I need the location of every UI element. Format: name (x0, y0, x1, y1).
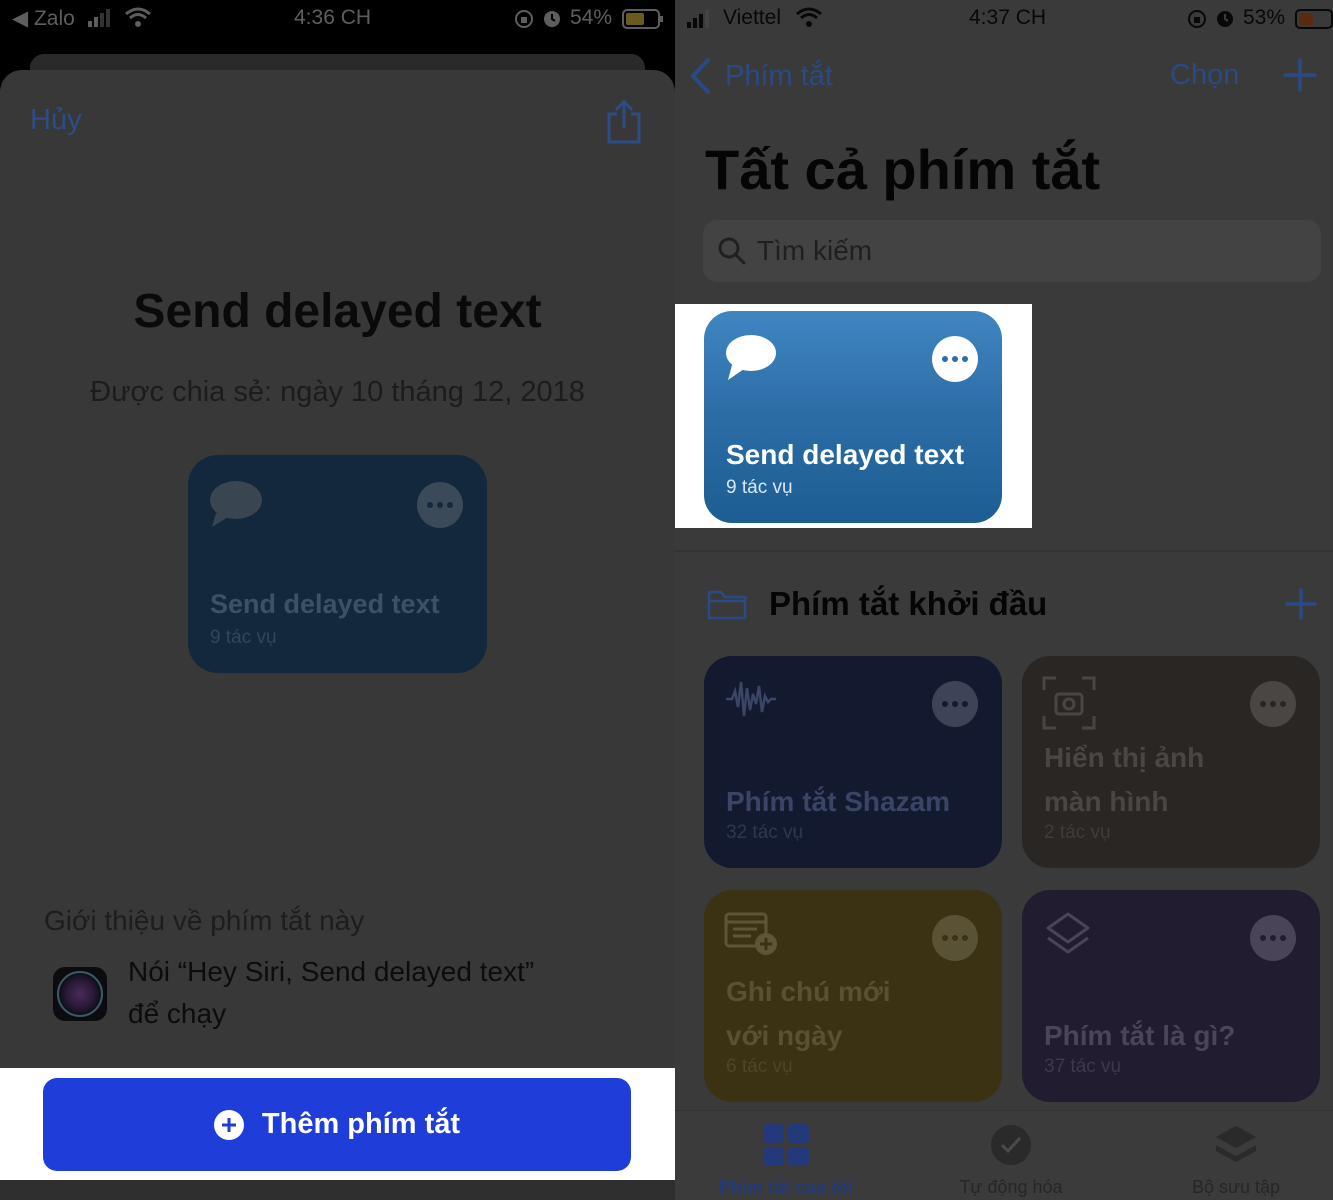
tab-label: Phím tắt của tôi (718, 1177, 853, 1197)
preview-card-count: 9 tác vụ (210, 627, 277, 648)
share-icon[interactable] (604, 98, 644, 146)
message-bubble-icon (208, 479, 264, 529)
siri-icon (53, 967, 107, 1021)
wifi-icon (124, 6, 152, 28)
card-count: 37 tác vụ (1044, 1056, 1122, 1077)
status-bar: Viettel 4:37 CH 53% (675, 0, 1333, 40)
status-time: 4:37 CH (969, 6, 1047, 29)
status-battery: 54% (570, 6, 613, 29)
battery-icon (1295, 9, 1333, 29)
siri-phrase-line1: Nói “Hey Siri, Send delayed text” (128, 956, 535, 987)
card-count: 2 tác vụ (1044, 822, 1111, 843)
battery-icon (622, 9, 664, 29)
plus-circle-icon (213, 1109, 244, 1140)
tab-label: Tự động hóa (959, 1177, 1063, 1197)
more-icon[interactable] (932, 681, 978, 727)
card-title: Phím tắt là gì? (1044, 1020, 1236, 1051)
search-placeholder: Tìm kiếm (757, 235, 873, 266)
divider (675, 550, 1333, 552)
more-icon[interactable] (1250, 915, 1296, 961)
right-screen: Viettel 4:37 CH 53% Phím tắt Chọn Tất cả… (675, 0, 1333, 1200)
more-icon[interactable] (932, 915, 978, 961)
signal-icon (687, 10, 715, 28)
orientation-lock-icon (1187, 9, 1207, 29)
folder-icon (707, 588, 747, 620)
tab-my-shortcuts[interactable]: Phím tắt của tôi (676, 1111, 896, 1200)
add-icon[interactable] (1285, 588, 1317, 620)
card-count: 6 tác vụ (726, 1056, 793, 1077)
status-carrier: ◀ Zalo (12, 7, 75, 30)
about-section-title: Giới thiệu về phím tắt này (44, 905, 365, 936)
shortcut-card-name: Send delayed text (726, 439, 965, 470)
page-title: Tất cả phím tắt (705, 138, 1101, 201)
add-icon[interactable] (1283, 58, 1317, 92)
siri-phrase-line2: để chạy (128, 998, 227, 1029)
orientation-lock-icon (514, 9, 534, 29)
grid-icon (762, 1123, 810, 1167)
more-icon[interactable] (1250, 681, 1296, 727)
stack-icon (1213, 1123, 1259, 1169)
message-bubble-icon (724, 333, 778, 383)
waveform-icon (724, 676, 778, 722)
tab-label: Bộ sưu tập (1191, 1177, 1281, 1197)
card-title-line1: Ghi chú mới (726, 976, 891, 1007)
screenshot-icon (1042, 676, 1096, 730)
search-icon (717, 236, 747, 266)
shortcut-title: Send delayed text (133, 285, 542, 338)
alarm-icon (542, 8, 562, 28)
status-bar: ◀ Zalo 4:36 CH 54% (0, 0, 675, 40)
more-icon (417, 482, 463, 528)
starter-section-title: Phím tắt khởi đầu (769, 585, 1048, 622)
tab-bar: Phím tắt của tôi Tự động hóa Bộ sưu tập (675, 1110, 1333, 1200)
card-count: 32 tác vụ (726, 822, 804, 843)
card-title-line1: Hiển thị ảnh (1044, 742, 1205, 773)
select-button[interactable]: Chọn (1170, 59, 1239, 92)
layers-icon (1042, 910, 1094, 962)
card-title-line2: với ngày (726, 1020, 843, 1051)
shared-date: Được chia sẻ: ngày 10 tháng 12, 2018 (90, 376, 585, 408)
tab-gallery[interactable]: Bộ sưu tập (1126, 1111, 1333, 1200)
status-time: 4:36 CH (294, 6, 372, 29)
left-screen: ◀ Zalo 4:36 CH 54% Hủy Send delayed text… (0, 0, 675, 1200)
alarm-icon (1215, 8, 1235, 28)
back-button[interactable]: Phím tắt (689, 57, 833, 95)
card-title: Phím tắt Shazam (726, 786, 951, 817)
note-add-icon (724, 910, 780, 958)
clock-check-icon (989, 1123, 1033, 1167)
cancel-button[interactable]: Hủy (30, 104, 82, 137)
add-shortcut-button[interactable]: Thêm phím tắt (43, 1078, 631, 1171)
bottom-strip (0, 1180, 675, 1200)
search-input[interactable]: Tìm kiếm (703, 220, 1321, 282)
chevron-left-icon (689, 57, 711, 95)
tab-automation[interactable]: Tự động hóa (901, 1111, 1121, 1200)
card-title-line2: màn hình (1044, 786, 1169, 817)
wifi-icon (795, 6, 823, 28)
status-battery: 53% (1243, 6, 1286, 29)
more-icon[interactable] (932, 336, 978, 382)
status-carrier: Viettel (723, 6, 781, 29)
back-label: Phím tắt (725, 59, 833, 92)
shortcut-card-count: 9 tác vụ (726, 477, 793, 498)
add-shortcut-label: Thêm phím tắt (261, 1108, 461, 1140)
preview-card-name: Send delayed text (210, 589, 440, 619)
signal-icon (88, 8, 116, 28)
